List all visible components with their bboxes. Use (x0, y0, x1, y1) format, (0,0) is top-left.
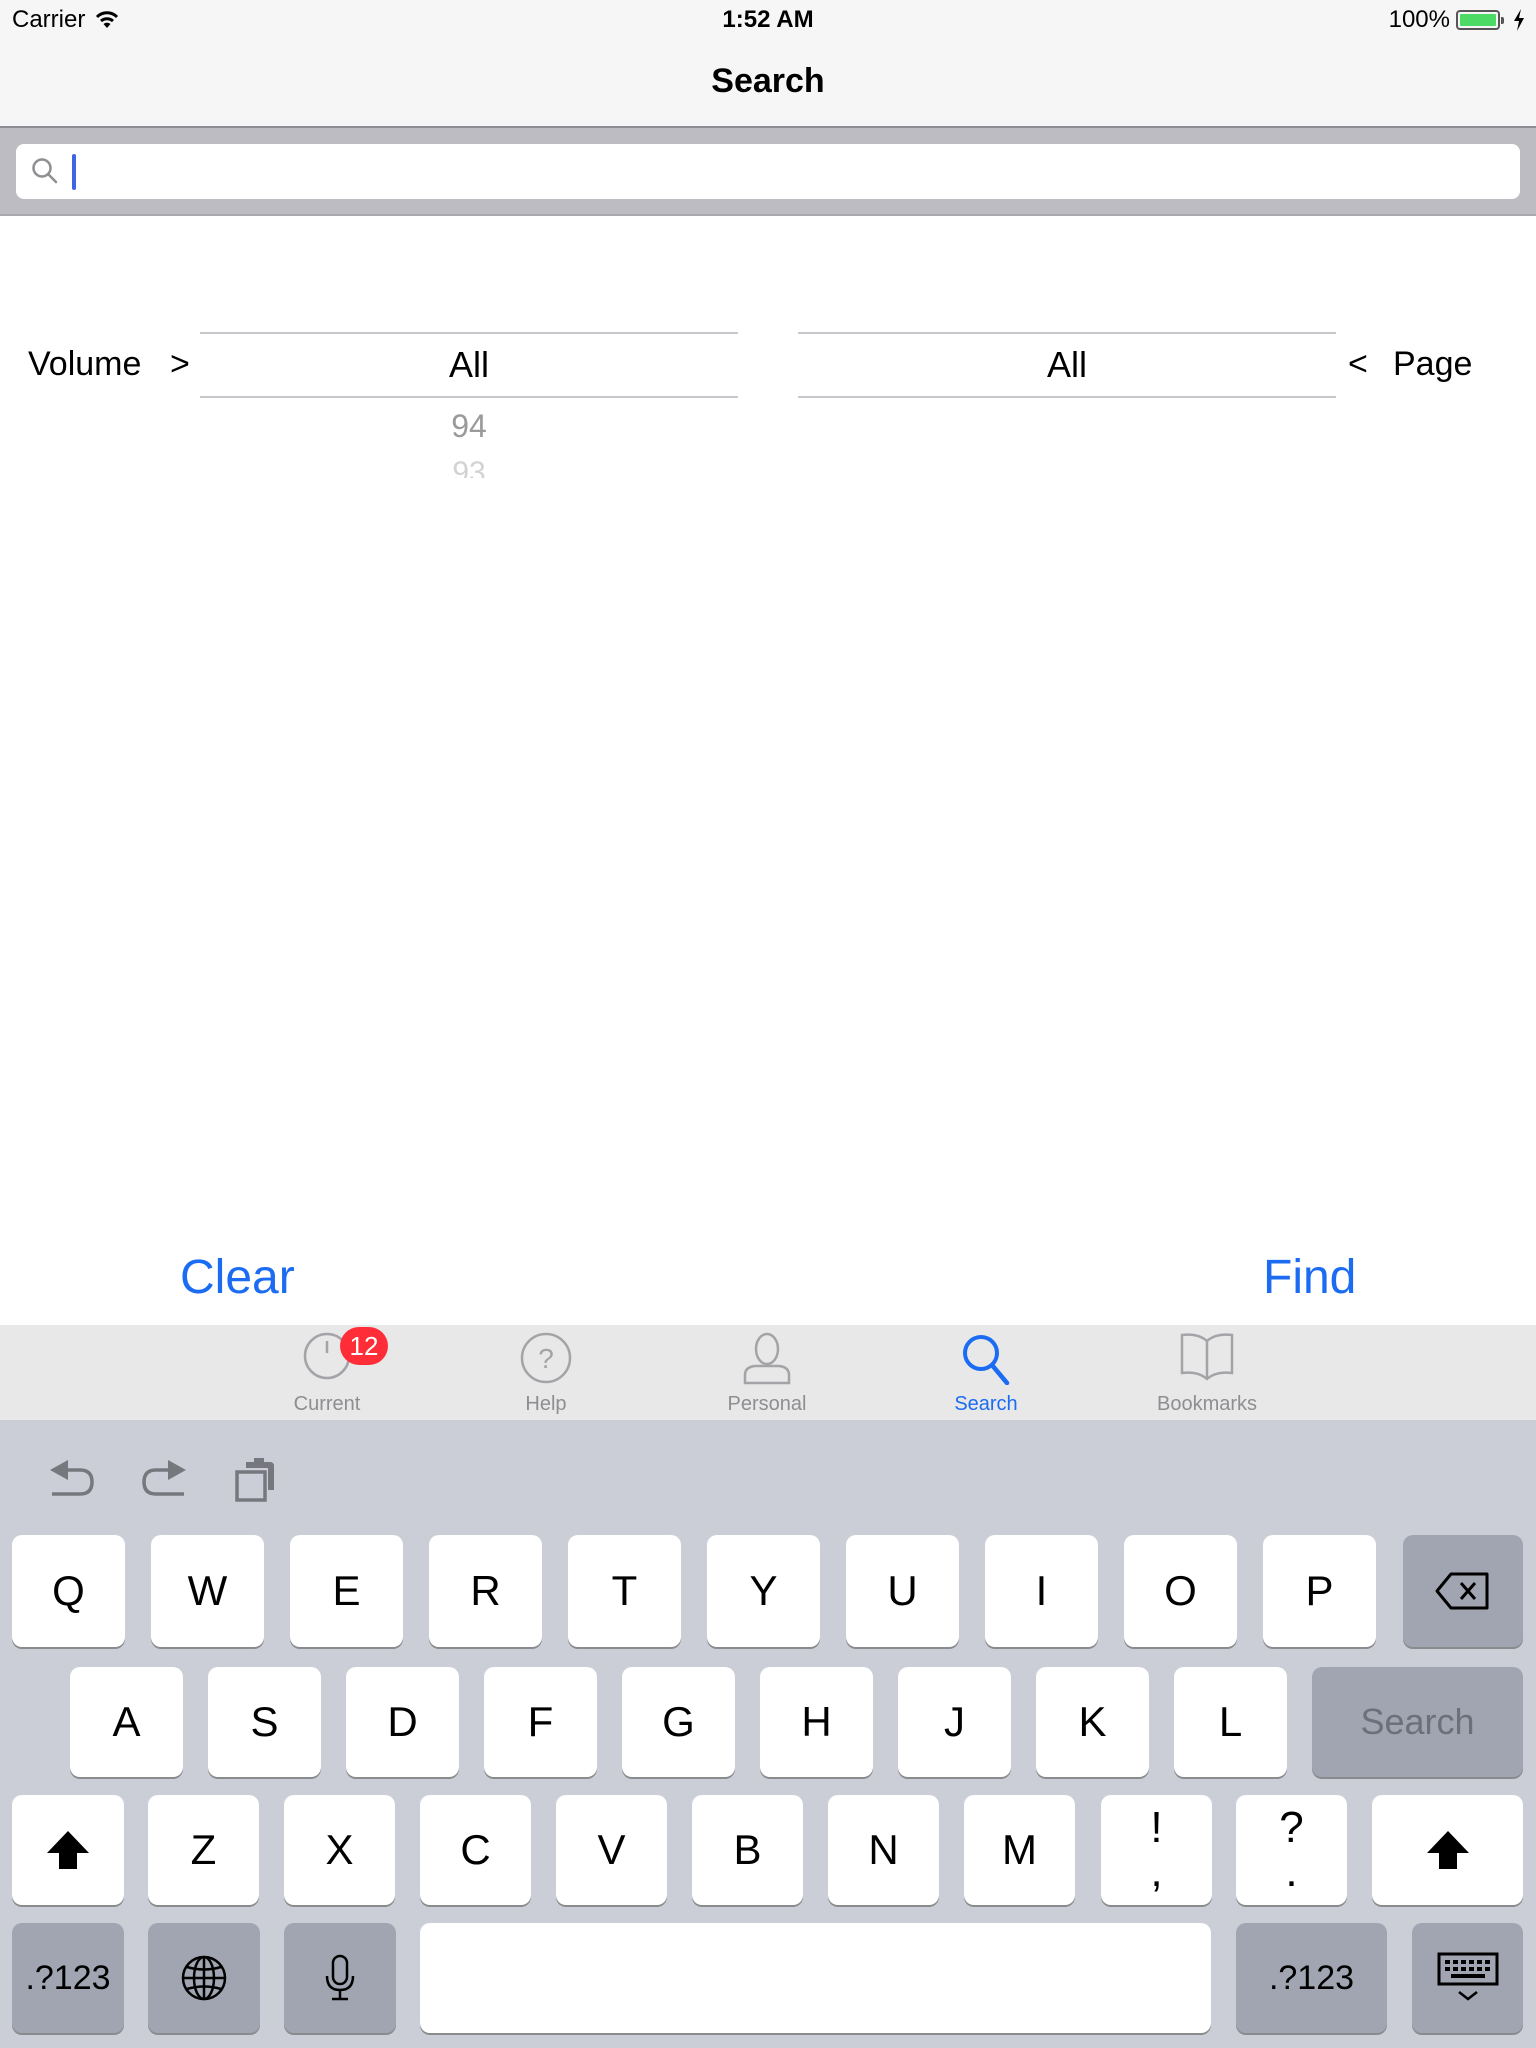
search-icon (32, 158, 58, 184)
battery-icon (1456, 10, 1504, 30)
volume-selected[interactable]: All (200, 344, 738, 386)
search-icon (963, 1335, 1010, 1385)
exclamation-comma-key[interactable]: ! , (1101, 1795, 1212, 1905)
volume-option-text: 93 (452, 456, 486, 478)
numbers-key-right[interactable]: .?123 (1236, 1923, 1387, 2033)
shift-key-right[interactable] (1372, 1795, 1523, 1905)
shift-icon (47, 1831, 89, 1869)
paste-icon[interactable] (234, 1458, 276, 1502)
key-y[interactable]: Y (707, 1535, 820, 1647)
tab-label: Current (293, 1393, 361, 1415)
search-key[interactable]: Search (1312, 1667, 1523, 1777)
keyboard-dismiss-icon (1437, 1952, 1498, 2001)
volume-arrow: > (170, 345, 190, 383)
key-v[interactable]: V (556, 1795, 667, 1905)
question-circle-icon: ? (520, 1332, 572, 1384)
undo-icon[interactable] (48, 1458, 96, 1502)
space-key[interactable] (420, 1923, 1211, 2033)
backspace-icon (1435, 1572, 1489, 1610)
key-e[interactable]: E (290, 1535, 403, 1647)
volume-option[interactable]: 94 (200, 408, 738, 445)
find-button[interactable]: Find (1263, 1250, 1356, 1305)
volume-option-faded[interactable]: 93 (200, 456, 738, 478)
charging-bolt-icon (1514, 9, 1524, 31)
page-arrow: < (1348, 345, 1368, 383)
notification-badge: 12 (340, 1327, 388, 1365)
tab-label: Personal (727, 1393, 807, 1415)
picker-selection-line-bottom (798, 396, 1336, 398)
tab-search[interactable]: Search (896, 1325, 1076, 1420)
globe-key[interactable] (148, 1923, 260, 2033)
key-d[interactable]: D (346, 1667, 459, 1777)
key-r[interactable]: R (429, 1535, 542, 1647)
status-battery-group: 100% (1389, 6, 1526, 34)
picker-selection-line-top (798, 332, 1336, 334)
tab-label: Bookmarks (1156, 1393, 1258, 1415)
key-p[interactable]: P (1263, 1535, 1376, 1647)
key-bottom-char: , (1150, 1847, 1163, 1896)
tab-bar: Current ? Help Personal Search Bookmarks (0, 1325, 1536, 1420)
tab-label: Search (954, 1393, 1018, 1415)
shift-icon (1426, 1831, 1469, 1869)
key-f[interactable]: F (484, 1667, 597, 1777)
key-top-char: ? (1279, 1803, 1304, 1852)
search-bar (0, 128, 1536, 216)
delete-key[interactable] (1403, 1535, 1523, 1647)
key-a[interactable]: A (70, 1667, 183, 1777)
page-label: Page (1393, 345, 1473, 383)
key-bottom-char: . (1285, 1847, 1298, 1896)
shift-key-left[interactable] (12, 1795, 124, 1905)
key-g[interactable]: G (622, 1667, 735, 1777)
microphone-icon (325, 1954, 355, 2001)
tab-current[interactable]: Current (237, 1325, 417, 1420)
key-s[interactable]: S (208, 1667, 321, 1777)
key-top-char: ! (1150, 1803, 1163, 1852)
redo-icon[interactable] (140, 1458, 188, 1502)
key-b[interactable]: B (692, 1795, 803, 1905)
dismiss-keyboard-key[interactable] (1412, 1923, 1523, 2033)
globe-icon (181, 1955, 227, 2001)
key-k[interactable]: K (1036, 1667, 1149, 1777)
battery-percent: 100% (1388, 6, 1450, 33)
keyboard: QWERTYUIOP ASDFGHJKL ZXCVBNM Search ! , … (0, 1420, 1536, 2048)
key-w[interactable]: W (151, 1535, 264, 1647)
person-icon (743, 1332, 791, 1385)
book-icon (1180, 1333, 1234, 1381)
page-picker[interactable]: All (798, 330, 1336, 400)
page-selected[interactable]: All (798, 344, 1336, 386)
tab-bookmarks[interactable]: Bookmarks (1117, 1325, 1297, 1420)
text-cursor (72, 154, 76, 190)
key-h[interactable]: H (760, 1667, 873, 1777)
key-n[interactable]: N (828, 1795, 939, 1905)
key-z[interactable]: Z (148, 1795, 259, 1905)
key-l[interactable]: L (1174, 1667, 1287, 1777)
page-title: Search (711, 62, 825, 100)
search-input[interactable] (16, 144, 1520, 199)
key-u[interactable]: U (846, 1535, 959, 1647)
key-m[interactable]: M (964, 1795, 1075, 1905)
tab-personal[interactable]: Personal (677, 1325, 857, 1420)
tab-help[interactable]: ? Help (456, 1325, 636, 1420)
picker-selection-line-bottom (200, 396, 738, 398)
volume-picker[interactable]: All 94 93 (200, 330, 738, 500)
key-c[interactable]: C (420, 1795, 531, 1905)
status-time: 1:52 AM (722, 6, 814, 33)
key-t[interactable]: T (568, 1535, 681, 1647)
clear-button[interactable]: Clear (180, 1250, 295, 1305)
key-x[interactable]: X (284, 1795, 395, 1905)
key-i[interactable]: I (985, 1535, 1098, 1647)
numbers-key-left[interactable]: .?123 (12, 1923, 124, 2033)
picker-selection-line-top (200, 332, 738, 334)
key-j[interactable]: J (898, 1667, 1011, 1777)
dictation-key[interactable] (284, 1923, 396, 2033)
question-period-key[interactable]: ? . (1236, 1795, 1347, 1905)
key-q[interactable]: Q (12, 1535, 125, 1647)
volume-label: Volume (28, 345, 142, 383)
tab-label: Help (525, 1393, 567, 1415)
svg-text:?: ? (538, 1343, 554, 1374)
key-o[interactable]: O (1124, 1535, 1237, 1647)
